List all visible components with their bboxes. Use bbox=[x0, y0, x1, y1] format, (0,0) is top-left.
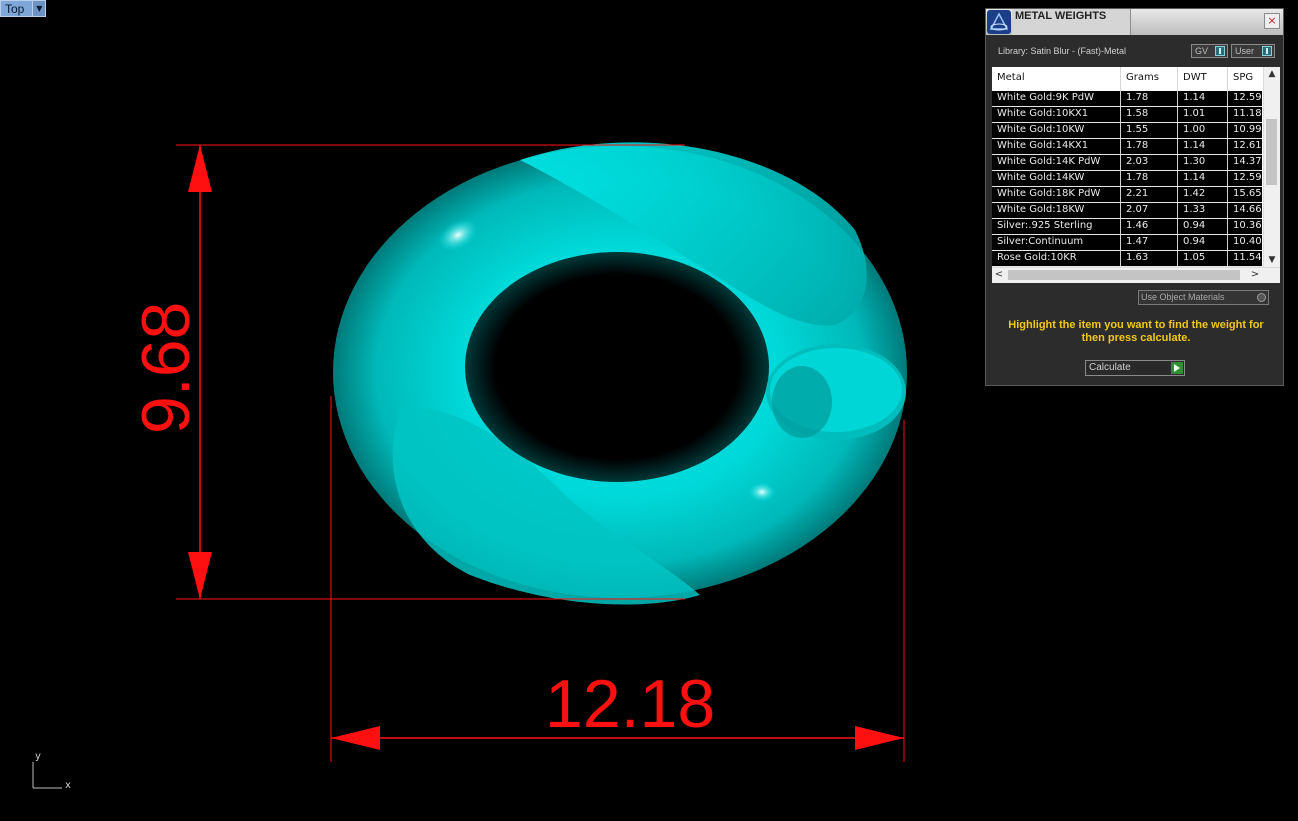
cell-spg: 12.59 bbox=[1233, 172, 1262, 183]
horizontal-scrollbar[interactable]: < > bbox=[992, 267, 1280, 283]
calculate-button[interactable]: Calculate bbox=[1085, 360, 1185, 376]
cell-dwt: 0.94 bbox=[1178, 235, 1228, 250]
cell-dwt: 1.30 bbox=[1178, 155, 1228, 170]
user-toggle-knob-icon bbox=[1262, 46, 1272, 56]
table-row[interactable]: White Gold:14KW 1.78 1.14 12.59 bbox=[992, 171, 1262, 187]
cell-metal: White Gold:14KX1 bbox=[992, 139, 1121, 154]
gv-toggle-label: GV bbox=[1195, 46, 1209, 56]
cell-metal: Rose Gold:10KR bbox=[992, 251, 1121, 266]
scroll-down-icon[interactable]: ▼ bbox=[1264, 253, 1280, 267]
scroll-left-icon[interactable]: < bbox=[992, 268, 1006, 282]
use-object-materials-label: Use Object Materials bbox=[1141, 292, 1225, 302]
matrix-logo-icon bbox=[987, 10, 1011, 34]
table-row[interactable]: White Gold:10KX1 1.58 1.01 11.18 bbox=[992, 107, 1262, 123]
table-row[interactable]: White Gold:18KW 2.07 1.33 14.66 bbox=[992, 203, 1262, 219]
cell-metal: White Gold:9K PdW bbox=[992, 91, 1121, 106]
cell-dwt: 0.94 bbox=[1178, 219, 1228, 234]
radio-icon[interactable] bbox=[1257, 293, 1266, 302]
cell-grams: 1.63 bbox=[1121, 251, 1178, 266]
column-header-metal[interactable]: Metal bbox=[992, 67, 1121, 91]
scroll-up-icon[interactable]: ▲ bbox=[1264, 67, 1280, 81]
cell-dwt: 1.01 bbox=[1178, 107, 1228, 122]
cell-spg: 14.66 bbox=[1233, 204, 1262, 215]
instruction-text: Highlight the item you want to find the … bbox=[1008, 319, 1264, 344]
cell-metal: Silver:.925 Sterling bbox=[992, 219, 1121, 234]
cell-spg: 15.65 bbox=[1233, 188, 1262, 199]
user-toggle-label: User bbox=[1235, 46, 1255, 56]
metal-table[interactable]: Metal Grams DWT SPG White Gold:9K PdW 1.7… bbox=[992, 67, 1280, 283]
cell-grams: 2.07 bbox=[1121, 203, 1178, 218]
column-header-grams[interactable]: Grams bbox=[1121, 67, 1178, 91]
column-header-dwt[interactable]: DWT bbox=[1178, 67, 1228, 91]
cell-grams: 1.46 bbox=[1121, 219, 1178, 234]
cell-spg: 10.99 bbox=[1233, 124, 1262, 135]
metal-weights-panel: METAL WEIGHTS × Library: Satin Blur - (F… bbox=[985, 8, 1284, 386]
cell-spg: 14.37 bbox=[1233, 156, 1262, 167]
user-toggle[interactable]: User bbox=[1231, 44, 1275, 58]
table-row[interactable]: White Gold:14K PdW 2.03 1.30 14.37 bbox=[992, 155, 1262, 171]
cell-spg: 12.61 bbox=[1233, 140, 1262, 151]
library-label: Library: Satin Blur - (Fast)-Metal bbox=[998, 46, 1127, 56]
gv-toggle-knob-icon bbox=[1215, 46, 1225, 56]
axis-y-label: y bbox=[35, 751, 41, 762]
column-header-spg[interactable]: SPG bbox=[1228, 67, 1262, 91]
table-row[interactable]: White Gold:18K PdW 2.21 1.42 15.65 bbox=[992, 187, 1262, 203]
cell-metal: White Gold:18K PdW bbox=[992, 187, 1121, 202]
cell-metal: White Gold:14KW bbox=[992, 171, 1121, 186]
ring-model[interactable] bbox=[333, 142, 907, 605]
cell-grams: 1.78 bbox=[1121, 171, 1178, 186]
cell-dwt: 1.42 bbox=[1178, 187, 1228, 202]
cell-dwt: 1.00 bbox=[1178, 123, 1228, 138]
cell-metal: White Gold:10KW bbox=[992, 123, 1121, 138]
close-icon[interactable]: × bbox=[1264, 13, 1280, 29]
cell-dwt: 1.14 bbox=[1178, 171, 1228, 186]
width-dimension-text: 12.18 bbox=[545, 666, 716, 742]
use-object-materials-option[interactable]: Use Object Materials bbox=[1138, 290, 1269, 305]
axis-indicator bbox=[32, 762, 62, 789]
table-row[interactable]: White Gold:14KX1 1.78 1.14 12.61 bbox=[992, 139, 1262, 155]
scroll-right-icon[interactable]: > bbox=[1248, 268, 1262, 282]
panel-title: METAL WEIGHTS bbox=[1015, 10, 1107, 22]
table-row[interactable]: White Gold:9K PdW 1.78 1.14 12.59 bbox=[992, 91, 1262, 107]
vertical-scrollbar[interactable]: ▲ ▼ bbox=[1263, 67, 1280, 267]
cell-metal: White Gold:14K PdW bbox=[992, 155, 1121, 170]
cell-dwt: 1.05 bbox=[1178, 251, 1228, 266]
axis-x-label: x bbox=[65, 780, 71, 791]
cell-metal: Silver:Continuum bbox=[992, 235, 1121, 250]
cell-grams: 1.47 bbox=[1121, 235, 1178, 250]
calculate-label: Calculate bbox=[1089, 362, 1131, 373]
cell-grams: 2.03 bbox=[1121, 155, 1178, 170]
cell-dwt: 1.33 bbox=[1178, 203, 1228, 218]
cell-spg: 10.36 bbox=[1233, 220, 1262, 231]
cell-metal: White Gold:18KW bbox=[992, 203, 1121, 218]
cell-grams: 1.78 bbox=[1121, 91, 1178, 106]
table-row[interactable]: Silver:Continuum 1.47 0.94 10.40 bbox=[992, 235, 1262, 251]
horizontal-scroll-thumb[interactable] bbox=[1008, 270, 1240, 280]
cell-grams: 1.58 bbox=[1121, 107, 1178, 122]
table-row[interactable]: Silver:.925 Sterling 1.46 0.94 10.36 bbox=[992, 219, 1262, 235]
table-body: White Gold:9K PdW 1.78 1.14 12.59 White Gol… bbox=[992, 91, 1262, 267]
cell-spg: 12.59 bbox=[1233, 92, 1262, 103]
cell-dwt: 1.14 bbox=[1178, 91, 1228, 106]
cell-grams: 2.21 bbox=[1121, 187, 1178, 202]
panel-titlebar[interactable]: METAL WEIGHTS × bbox=[986, 9, 1283, 35]
cell-grams: 1.55 bbox=[1121, 123, 1178, 138]
table-header: Metal Grams DWT SPG bbox=[992, 67, 1262, 92]
gv-toggle[interactable]: GV bbox=[1191, 44, 1228, 58]
vertical-scroll-thumb[interactable] bbox=[1266, 119, 1277, 185]
cell-metal: White Gold:10KX1 bbox=[992, 107, 1121, 122]
table-row[interactable]: Rose Gold:10KR 1.63 1.05 11.54 bbox=[992, 251, 1262, 267]
play-arrow-icon bbox=[1171, 362, 1183, 374]
cell-spg: 11.54 bbox=[1233, 252, 1262, 263]
height-dimension-text: 9.68 bbox=[128, 301, 204, 434]
table-row[interactable]: White Gold:10KW 1.55 1.00 10.99 bbox=[992, 123, 1262, 139]
cell-grams: 1.78 bbox=[1121, 139, 1178, 154]
cell-dwt: 1.14 bbox=[1178, 139, 1228, 154]
cell-spg: 10.40 bbox=[1233, 236, 1262, 247]
cell-spg: 11.18 bbox=[1233, 108, 1262, 119]
